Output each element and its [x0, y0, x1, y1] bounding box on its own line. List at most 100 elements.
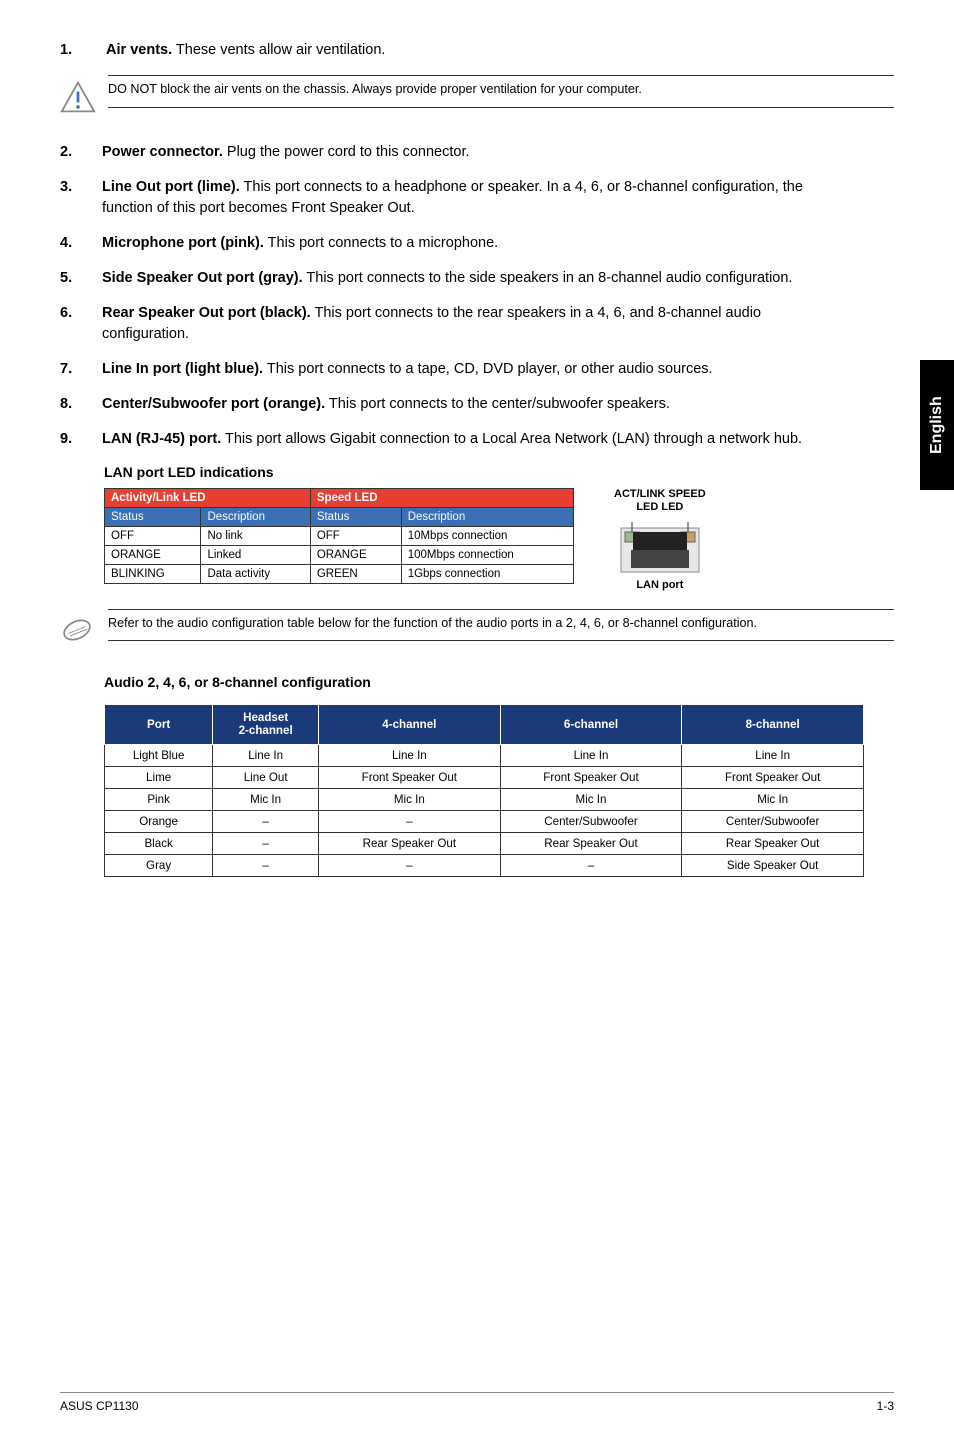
cell: Mic In: [682, 789, 864, 811]
item-body: Center/Subwoofer port (orange). This por…: [102, 394, 852, 415]
divider: [108, 640, 894, 641]
item-desc: Plug the power cord to this connector.: [223, 144, 470, 160]
table-row: Orange––Center/SubwooferCenter/Subwoofer: [105, 811, 864, 833]
warning-text: DO NOT block the air vents on the chassi…: [108, 76, 894, 107]
cell: Mic In: [500, 789, 682, 811]
table-row: ORANGELinkedORANGE100Mbps connection: [105, 546, 574, 565]
led-section-title: LAN port LED indications: [104, 464, 894, 480]
cell: Center/Subwoofer: [682, 811, 864, 833]
divider: [108, 107, 894, 108]
item-title: Side Speaker Out port (gray).: [102, 270, 303, 286]
col-header: Headset 2-channel: [213, 704, 319, 745]
table-row: PinkMic InMic InMic InMic In: [105, 789, 864, 811]
lan-port-diagram: ACT/LINK SPEED LED LED LAN port: [614, 488, 706, 590]
cell: 10Mbps connection: [401, 527, 573, 546]
item-title: Line Out port (lime).: [102, 179, 240, 195]
item-body: Line In port (light blue). This port con…: [102, 359, 852, 380]
item-desc: These vents allow air ventilation.: [172, 42, 385, 58]
cell: Line In: [682, 745, 864, 767]
diagram-sub-label: LED LED: [614, 501, 706, 514]
cell: Rear Speaker Out: [500, 833, 682, 855]
diagram-top-label: ACT/LINK SPEED: [614, 488, 706, 501]
led-header-speed: Speed LED: [310, 489, 573, 508]
cell: Light Blue: [105, 745, 213, 767]
item-desc: This port connects to the side speakers …: [303, 270, 793, 286]
cell: –: [213, 833, 319, 855]
item-body: Power connector. Plug the power cord to …: [102, 142, 852, 163]
cell: Data activity: [201, 565, 310, 584]
cell: –: [500, 855, 682, 877]
footer-page-number: 1-3: [877, 1399, 894, 1413]
item-body: Side Speaker Out port (gray). This port …: [102, 268, 852, 289]
led-table: Activity/Link LED Speed LED Status Descr…: [104, 488, 574, 584]
led-section: Activity/Link LED Speed LED Status Descr…: [104, 488, 894, 590]
col-header: 6-channel: [500, 704, 682, 745]
list-item: 9.LAN (RJ-45) port. This port allows Gig…: [60, 429, 894, 450]
cell: Front Speaker Out: [319, 767, 501, 789]
cell: Linked: [201, 546, 310, 565]
item-number: 5.: [60, 268, 102, 289]
item-desc: This port allows Gigabit connection to a…: [221, 431, 802, 447]
cell: Lime: [105, 767, 213, 789]
cell: Line In: [319, 745, 501, 767]
warning-icon: [60, 75, 108, 120]
cell: Front Speaker Out: [682, 767, 864, 789]
item-title: Line In port (light blue).: [102, 361, 263, 377]
list-item: 1. Air vents. These vents allow air vent…: [60, 40, 894, 61]
item-desc: This port connects to a tape, CD, DVD pl…: [263, 361, 712, 377]
table-row: OFFNo linkOFF10Mbps connection: [105, 527, 574, 546]
audio-config-table: Port Headset 2-channel 4-channel 6-chann…: [104, 704, 864, 878]
cell: Black: [105, 833, 213, 855]
cell: 100Mbps connection: [401, 546, 573, 565]
item-number: 8.: [60, 394, 102, 415]
item-desc: This port connects to the center/subwoof…: [325, 396, 670, 412]
item-number: 1.: [60, 40, 102, 61]
cell: Orange: [105, 811, 213, 833]
note-icon: [60, 609, 108, 652]
table-row: Black–Rear Speaker OutRear Speaker OutRe…: [105, 833, 864, 855]
item-title: Microphone port (pink).: [102, 235, 264, 251]
cell: OFF: [310, 527, 401, 546]
cell: BLINKING: [105, 565, 201, 584]
footer-left: ASUS CP1130: [60, 1399, 139, 1413]
col-header: Status: [310, 508, 401, 527]
lan-port-icon: [615, 520, 705, 575]
cell: Gray: [105, 855, 213, 877]
table-row: Gray–––Side Speaker Out: [105, 855, 864, 877]
cell: GREEN: [310, 565, 401, 584]
cell: 1Gbps connection: [401, 565, 573, 584]
info-note: Refer to the audio configuration table b…: [60, 609, 894, 652]
list-item: 5.Side Speaker Out port (gray). This por…: [60, 268, 894, 289]
table-row: Light BlueLine InLine InLine InLine In: [105, 745, 864, 767]
list-item: 2.Power connector. Plug the power cord t…: [60, 142, 894, 163]
item-title: Center/Subwoofer port (orange).: [102, 396, 325, 412]
language-tab: English: [920, 360, 954, 490]
info-text: Refer to the audio configuration table b…: [108, 610, 894, 641]
cell: Mic In: [213, 789, 319, 811]
item-number: 3.: [60, 177, 102, 198]
list-item: 3.Line Out port (lime). This port connec…: [60, 177, 894, 219]
cell: Mic In: [319, 789, 501, 811]
page-footer: ASUS CP1130 1-3: [60, 1392, 894, 1413]
cell: Line In: [213, 745, 319, 767]
port-description-list-2: 2.Power connector. Plug the power cord t…: [60, 142, 894, 450]
port-description-list: 1. Air vents. These vents allow air vent…: [60, 40, 894, 61]
cell: –: [213, 811, 319, 833]
cell: Pink: [105, 789, 213, 811]
item-desc: This port connects to a microphone.: [264, 235, 498, 251]
col-header: 4-channel: [319, 704, 501, 745]
list-item: 8.Center/Subwoofer port (orange). This p…: [60, 394, 894, 415]
item-body: Air vents. These vents allow air ventila…: [106, 40, 856, 61]
item-number: 4.: [60, 233, 102, 254]
item-body: Microphone port (pink). This port connec…: [102, 233, 852, 254]
list-item: 4.Microphone port (pink). This port conn…: [60, 233, 894, 254]
item-title: LAN (RJ-45) port.: [102, 431, 221, 447]
list-item: 7.Line In port (light blue). This port c…: [60, 359, 894, 380]
col-header: 8-channel: [682, 704, 864, 745]
table-row: LimeLine OutFront Speaker OutFront Speak…: [105, 767, 864, 789]
cell: No link: [201, 527, 310, 546]
table-row: BLINKINGData activityGREEN1Gbps connecti…: [105, 565, 574, 584]
audio-section-title: Audio 2, 4, 6, or 8-channel configuratio…: [104, 674, 894, 690]
cell: Rear Speaker Out: [319, 833, 501, 855]
item-title: Air vents.: [106, 42, 172, 58]
